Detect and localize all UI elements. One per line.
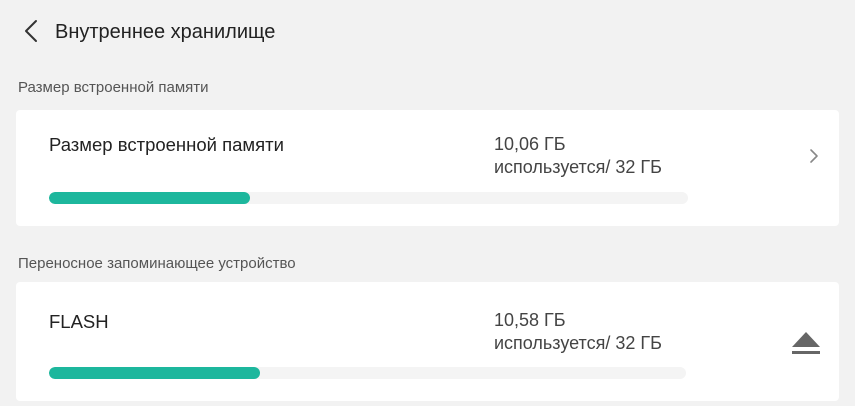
page-title: Внутреннее хранилище: [55, 21, 276, 43]
eject-icon: [792, 332, 820, 354]
storage-progress-fill: [49, 367, 260, 379]
top-bar: Внутреннее хранилище: [0, 0, 855, 62]
storage-progress-bar: [49, 192, 688, 204]
portable-storage-card[interactable]: FLASH 10,58 ГБ используется/ 32 ГБ: [16, 282, 839, 401]
section-header-portable: Переносное запоминающее устройство: [18, 255, 296, 272]
storage-used-suffix: используется/ 32 ГБ: [494, 333, 662, 353]
internal-storage-card[interactable]: Размер встроенной памяти 10,06 ГБ исполь…: [16, 110, 839, 226]
storage-name: FLASH: [49, 311, 109, 332]
chevron-left-icon: [25, 20, 37, 42]
section-header-internal: Размер встроенной памяти: [18, 79, 209, 96]
eject-button[interactable]: [788, 328, 824, 358]
back-button[interactable]: [18, 18, 44, 44]
storage-progress-bar: [49, 367, 686, 379]
storage-name: Размер встроенной памяти: [49, 134, 284, 155]
chevron-right-icon[interactable]: [806, 146, 822, 166]
storage-used-suffix: используется/ 32 ГБ: [494, 157, 662, 177]
storage-progress-fill: [49, 192, 250, 204]
storage-used-value: 10,58 ГБ: [494, 310, 566, 330]
storage-used-value: 10,06 ГБ: [494, 134, 566, 154]
